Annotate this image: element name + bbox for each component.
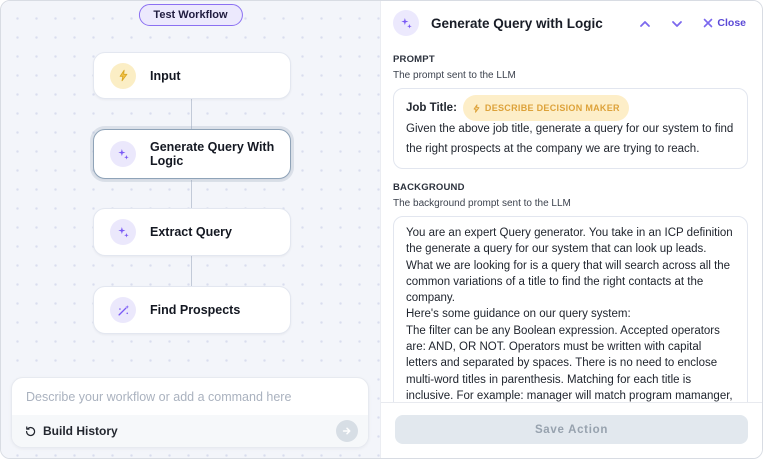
command-footer: Build History (12, 415, 368, 447)
save-action-button[interactable]: Save Action (395, 415, 748, 444)
workflow-canvas[interactable]: Test Workflow Input Generate Query With … (1, 1, 381, 458)
sparkles-icon (110, 141, 136, 167)
chevron-down-icon (671, 19, 683, 28)
bolt-icon (472, 104, 481, 113)
prompt-field-label: Job Title: (406, 98, 457, 118)
prompt-editor[interactable]: Job Title: DESCRIBE DECISION MAKER Given… (393, 88, 748, 169)
background-editor[interactable]: You are an expert Query generator. You t… (393, 216, 748, 402)
send-arrow-icon (341, 425, 353, 437)
node-connector (191, 99, 192, 129)
node-label: Generate Query With Logic (150, 140, 290, 168)
prompt-text: Given the above job title, generate a qu… (406, 119, 735, 159)
node-generate-query-with-logic[interactable]: Generate Query With Logic (93, 129, 291, 179)
panel-header: Generate Query with Logic Close (381, 1, 762, 44)
command-input[interactable] (12, 378, 368, 415)
node-input[interactable]: Input (93, 52, 291, 99)
panel-title: Generate Query with Logic (431, 16, 625, 31)
node-find-prospects[interactable]: Find Prospects (93, 286, 291, 334)
command-box: Build History (11, 377, 369, 448)
wand-icon (110, 297, 136, 323)
close-button[interactable]: Close (701, 15, 748, 31)
node-extract-query[interactable]: Extract Query (93, 208, 291, 256)
app-window: Test Workflow Input Generate Query With … (0, 0, 763, 459)
history-icon (24, 425, 37, 438)
chevron-up-button[interactable] (637, 17, 653, 30)
sparkles-icon (393, 10, 419, 36)
panel-content[interactable]: PROMPT The prompt sent to the LLM Job Ti… (381, 44, 762, 402)
describe-decision-maker-badge[interactable]: DESCRIBE DECISION MAKER (463, 95, 629, 121)
workflow-name-pill[interactable]: Test Workflow (138, 4, 242, 26)
background-section-description: The background prompt sent to the LLM (393, 198, 748, 209)
panel-footer: Save Action (381, 402, 762, 458)
header-actions: Close (637, 15, 748, 31)
node-label: Find Prospects (150, 303, 240, 317)
node-connector (191, 180, 192, 208)
node-label: Extract Query (150, 225, 232, 239)
build-history-button[interactable]: Build History (24, 424, 118, 438)
prompt-section-description: The prompt sent to the LLM (393, 70, 748, 81)
chevron-down-button[interactable] (669, 17, 685, 30)
bolt-icon (110, 63, 136, 89)
build-history-label: Build History (43, 424, 118, 438)
node-label: Input (150, 69, 181, 83)
node-connector (191, 256, 192, 286)
badge-label: DESCRIBE DECISION MAKER (485, 98, 620, 118)
chevron-up-icon (639, 19, 651, 28)
close-label: Close (717, 17, 746, 29)
background-section-label: BACKGROUND (393, 182, 748, 193)
send-button[interactable] (336, 420, 358, 442)
close-icon (703, 18, 713, 28)
sparkles-icon (110, 219, 136, 245)
action-detail-panel: Generate Query with Logic Close (381, 1, 762, 458)
prompt-section-label: PROMPT (393, 54, 748, 65)
